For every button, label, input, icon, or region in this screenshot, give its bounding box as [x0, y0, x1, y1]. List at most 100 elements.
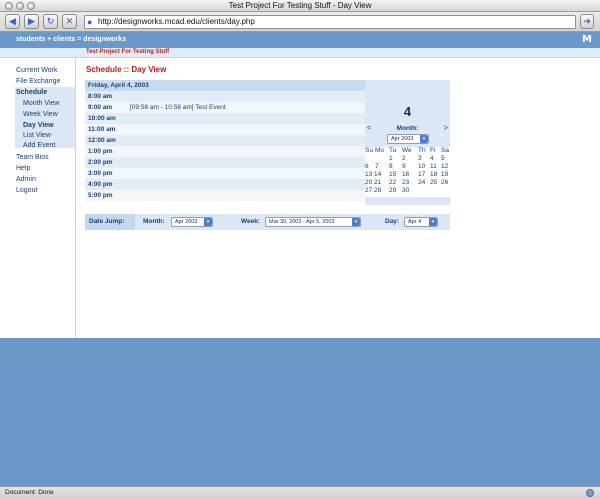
- calendar-day[interactable]: 14: [374, 171, 388, 178]
- project-name: Test Project For Testing Stuff: [86, 49, 170, 55]
- calendar-month-select[interactable]: Apr 2003 ▾: [387, 134, 429, 144]
- nav-current-work[interactable]: Current Work: [16, 67, 58, 74]
- calendar-day[interactable]: 15: [389, 171, 403, 178]
- time-row[interactable]: 11:00 am: [85, 124, 365, 135]
- time-row[interactable]: 10:00 am: [85, 113, 365, 124]
- nav-month-view[interactable]: Month View: [23, 100, 59, 107]
- page-footer-background: [0, 338, 600, 486]
- time-label: 2:00 pm: [88, 159, 113, 166]
- calendar-day[interactable]: 16: [402, 171, 416, 178]
- time-row[interactable]: 2:00 pm: [85, 157, 365, 168]
- time-label: 11:00 am: [88, 126, 116, 133]
- connection-status-icon: [586, 489, 594, 497]
- close-window-icon[interactable]: [5, 2, 13, 10]
- time-label: 1:00 pm: [88, 148, 113, 155]
- nav-admin[interactable]: Admin: [16, 176, 36, 183]
- nav-file-exchange[interactable]: File Exchange: [16, 78, 60, 85]
- calendar-day[interactable]: 21: [374, 179, 388, 186]
- zoom-window-icon[interactable]: [27, 2, 35, 10]
- jump-week-select[interactable]: Mar 30, 2003 - Apr 5, 2003 ▾: [265, 217, 361, 227]
- calendar-day[interactable]: 28: [374, 187, 388, 194]
- time-row[interactable]: 8:00 am: [85, 91, 365, 102]
- select-arrows-icon: ▾: [429, 218, 437, 226]
- calendar-month-label: Month:: [396, 125, 419, 132]
- nav-schedule[interactable]: Schedule: [16, 89, 47, 96]
- nav-team-bios[interactable]: Team Bios: [16, 154, 49, 161]
- date-jump-bar: Date Jump: Month: Apr 2003 ▾ Week: Mar 3…: [85, 214, 450, 230]
- time-row[interactable]: 3:00 pm: [85, 168, 365, 179]
- forward-icon[interactable]: ▶: [24, 14, 39, 29]
- jump-month-value: Apr 2003: [175, 219, 198, 225]
- time-row[interactable]: 9:00 am [09:58 am - 10:58 am] Test Event: [85, 102, 365, 113]
- jump-day-value: Apr 4: [408, 219, 422, 225]
- event-entry[interactable]: [09:58 am - 10:58 am] Test Event: [130, 102, 226, 113]
- weekday-label: Tu: [389, 147, 397, 154]
- left-nav: Current Work File Exchange Schedule Mont…: [0, 58, 76, 338]
- calendar-day[interactable]: 7: [375, 163, 389, 170]
- time-label: 10:00 am: [88, 115, 116, 122]
- time-label: 3:00 pm: [88, 170, 113, 177]
- calendar-day[interactable]: 1: [389, 155, 403, 162]
- weekday-label: We: [402, 147, 412, 154]
- address-url: http://designworks.mcad.edu/clients/day.…: [98, 17, 255, 26]
- nav-help[interactable]: Help: [16, 165, 30, 172]
- time-label: 4:00 pm: [88, 181, 113, 188]
- calendar-day[interactable]: 30: [402, 187, 416, 194]
- calendar-day[interactable]: 19: [441, 171, 455, 178]
- nav-list-view[interactable]: List View: [23, 132, 51, 139]
- time-label: 8:00 am: [88, 93, 113, 100]
- back-icon[interactable]: ◀: [5, 14, 20, 29]
- time-row[interactable]: 1:00 pm: [85, 146, 365, 157]
- calendar-day[interactable]: 23: [402, 179, 416, 186]
- calendar-day[interactable]: 2: [402, 155, 416, 162]
- calendar-month-value: Apr 2003: [391, 136, 414, 142]
- nav-add-event[interactable]: Add Event: [23, 142, 55, 149]
- calendar-day[interactable]: 9: [402, 163, 416, 170]
- jump-day-select[interactable]: Apr 4 ▾: [404, 217, 438, 227]
- calendar-day-number: 4: [403, 104, 412, 119]
- nav-week-view[interactable]: Week View: [23, 111, 58, 118]
- site-logo: M: [582, 34, 592, 45]
- stop-icon[interactable]: ✕: [62, 14, 77, 29]
- select-arrows-icon: ▾: [204, 218, 212, 226]
- time-row[interactable]: 12:00 am: [85, 135, 365, 146]
- jump-week-value: Mar 30, 2003 - Apr 5, 2003: [269, 219, 335, 225]
- calendar-day[interactable]: 26: [441, 179, 455, 186]
- select-arrows-icon: ▾: [352, 218, 360, 226]
- calendar-day[interactable]: 8: [389, 163, 403, 170]
- time-label: 9:00 am: [88, 104, 113, 111]
- select-arrows-icon: ▾: [420, 135, 428, 143]
- nav-day-view[interactable]: Day View: [23, 122, 54, 129]
- jump-week-label: Week:: [241, 218, 261, 225]
- date-jump-title: Date Jump:: [85, 214, 135, 230]
- page-title: Schedule :: Day View: [86, 65, 167, 74]
- jump-month-select[interactable]: Apr 2003 ▾: [171, 217, 213, 227]
- project-bar: Test Project For Testing Stuff: [0, 48, 600, 58]
- calendar-day[interactable]: 12: [441, 163, 455, 170]
- calendar-day[interactable]: 5: [441, 155, 455, 162]
- time-row[interactable]: 4:00 pm: [85, 179, 365, 190]
- calendar-day[interactable]: 29: [389, 187, 403, 194]
- site-header: students + clients = designworks M: [0, 32, 600, 48]
- time-label: 5:00 pm: [88, 192, 113, 199]
- schedule-date-header: Friday, April 4, 2003: [85, 80, 365, 91]
- weekday-label: Sa: [441, 147, 449, 154]
- status-text: Document: Done: [5, 489, 54, 496]
- go-icon[interactable]: ➜: [580, 14, 594, 29]
- calendar-grid: Su Mo Tu We Th Fr Sa 1 2 3 4 5 6 7 8 9 1…: [365, 147, 451, 197]
- nav-logout[interactable]: Logout: [16, 187, 37, 194]
- status-bar: Document: Done: [0, 486, 600, 499]
- calendar-next-button[interactable]: >: [444, 125, 448, 132]
- reload-icon[interactable]: ↻: [43, 14, 58, 29]
- window-titlebar: Test Project For Testing Stuff - Day Vie…: [0, 0, 600, 12]
- time-label: 12:00 am: [88, 137, 116, 144]
- page-globe-icon: ●: [87, 17, 93, 27]
- time-row[interactable]: 5:00 pm: [85, 190, 365, 201]
- minimize-window-icon[interactable]: [16, 2, 24, 10]
- weekday-label: Mo: [375, 147, 385, 154]
- browser-toolbar: ◀ ▶ ↻ ✕ ● http://designworks.mcad.edu/cl…: [0, 12, 600, 32]
- calendar-day[interactable]: 22: [389, 179, 403, 186]
- address-bar[interactable]: ● http://designworks.mcad.edu/clients/da…: [84, 15, 576, 29]
- jump-month-label: Month:: [143, 218, 165, 225]
- site-title: students + clients = designworks: [16, 36, 127, 43]
